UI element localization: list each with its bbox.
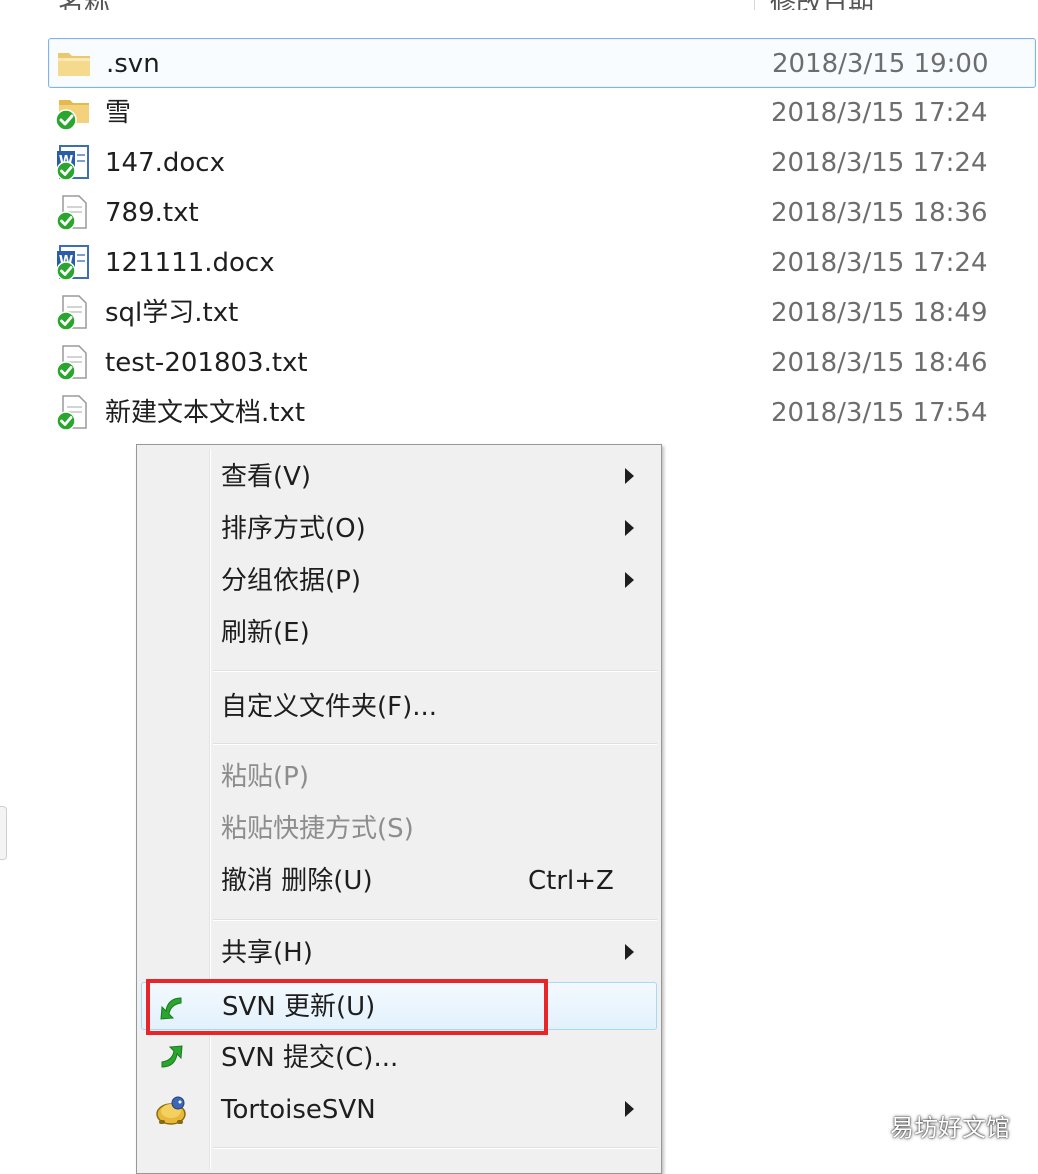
- file-date: 2018/3/15 17:24: [771, 98, 988, 128]
- file-date: 2018/3/15 18:36: [771, 198, 988, 228]
- file-row-folder[interactable]: 雪 2018/3/15 17:24: [48, 88, 1036, 138]
- svn-folder-icon: [55, 100, 89, 131]
- file-row-txt[interactable]: 新建文本文档.txt 2018/3/15 17:54: [48, 388, 1036, 438]
- menu-item-paste[interactable]: 粘贴(P): [141, 753, 657, 801]
- file-name: sql学习.txt: [105, 298, 239, 328]
- red-highlight-box: [146, 979, 548, 1035]
- menu-separator: [213, 919, 657, 921]
- menu-item-refresh[interactable]: 刷新(E): [141, 609, 657, 657]
- menu-item-share[interactable]: 共享(H): [141, 929, 657, 977]
- svn-commit-arrow-icon: [161, 1045, 183, 1068]
- file-row-txt[interactable]: test-201803.txt 2018/3/15 18:46: [48, 338, 1036, 388]
- menu-item-label: SVN 提交(C)...: [221, 1043, 399, 1073]
- column-header-date[interactable]: 修改日期: [770, 0, 874, 10]
- file-row-docx[interactable]: W 147.docx 2018/3/15 17:24: [48, 138, 1036, 188]
- file-name: 789.txt: [105, 198, 199, 228]
- file-date: 2018/3/15 19:00: [772, 49, 989, 79]
- file-date: 2018/3/15 17:24: [771, 148, 988, 178]
- menu-item-label: 粘贴快捷方式(S): [221, 814, 414, 844]
- menu-item-tortoisesvn[interactable]: TortoiseSVN: [141, 1086, 657, 1134]
- svn-text-file-icon: [56, 345, 87, 381]
- menu-item-label: 刷新(E): [221, 618, 310, 648]
- file-row-txt[interactable]: 789.txt 2018/3/15 18:36: [48, 188, 1036, 238]
- svn-text-file-icon: [56, 195, 87, 231]
- menu-item-paste-shortcut[interactable]: 粘贴快捷方式(S): [141, 805, 657, 853]
- svn-word-doc-icon: W: [56, 245, 89, 281]
- menu-item-label: 粘贴(P): [221, 762, 309, 792]
- file-name: .svn: [106, 49, 160, 79]
- file-date: 2018/3/15 18:49: [771, 298, 988, 328]
- file-name: test-201803.txt: [105, 348, 308, 378]
- menu-item-shortcut: Ctrl+Z: [528, 866, 614, 896]
- submenu-arrow-icon: [625, 468, 634, 484]
- menu-item-view[interactable]: 查看(V): [141, 453, 657, 501]
- context-menu: 查看(V) 排序方式(O) 分组依据(P) 刷新(E) 自定义文件夹(F)...…: [136, 444, 662, 1174]
- menu-separator: [213, 743, 657, 745]
- submenu-arrow-icon: [625, 572, 634, 588]
- menu-item-label: 自定义文件夹(F)...: [221, 692, 438, 722]
- file-date: 2018/3/15 18:46: [771, 348, 988, 378]
- file-name: 新建文本文档.txt: [105, 398, 306, 428]
- file-row-svn-folder[interactable]: .svn 2018/3/15 19:00: [48, 38, 1036, 88]
- menu-item-label: 撤消 删除(U): [221, 866, 373, 896]
- submenu-arrow-icon: [625, 944, 634, 960]
- menu-separator: [213, 670, 657, 672]
- file-name: 147.docx: [105, 148, 225, 178]
- menu-item-label: 共享(H): [221, 938, 313, 968]
- file-name: 雪: [105, 98, 132, 128]
- svn-text-file-icon: [56, 295, 87, 331]
- column-header: 名称 修改日期: [0, 0, 1038, 10]
- file-date: 2018/3/15 17:24: [771, 248, 988, 278]
- file-name: 121111.docx: [105, 248, 275, 278]
- svn-word-doc-icon: W: [56, 145, 89, 181]
- menu-item-svn-commit[interactable]: SVN 提交(C)...: [141, 1034, 657, 1082]
- menu-item-label: 分组依据(P): [221, 566, 361, 596]
- menu-item-label: TortoiseSVN: [221, 1095, 376, 1125]
- menu-item-label: 查看(V): [221, 462, 312, 492]
- file-date: 2018/3/15 17:54: [771, 398, 988, 428]
- menu-item-undo-delete[interactable]: 撤消 删除(U) Ctrl+Z: [141, 857, 657, 905]
- menu-item-sort[interactable]: 排序方式(O): [141, 505, 657, 553]
- svn-text-file-icon: [56, 395, 87, 431]
- column-divider[interactable]: [754, 0, 755, 10]
- tortoisesvn-turtle-icon: [156, 1096, 186, 1125]
- file-row-docx[interactable]: W 121111.docx 2018/3/15 17:24: [48, 238, 1036, 288]
- submenu-arrow-icon: [625, 520, 634, 536]
- folder-icon: [58, 53, 90, 76]
- watermark: 易坊好文馆: [890, 1114, 1010, 1142]
- menu-item-label: 排序方式(O): [221, 514, 366, 544]
- column-header-name[interactable]: 名称: [58, 0, 110, 10]
- submenu-arrow-icon: [625, 1101, 634, 1117]
- scroll-stub[interactable]: [0, 806, 7, 860]
- menu-item-customize-folder[interactable]: 自定义文件夹(F)...: [141, 683, 657, 731]
- file-row-txt[interactable]: sql学习.txt 2018/3/15 18:49: [48, 288, 1036, 338]
- menu-separator: [213, 1147, 657, 1149]
- menu-item-group-by[interactable]: 分组依据(P): [141, 557, 657, 605]
